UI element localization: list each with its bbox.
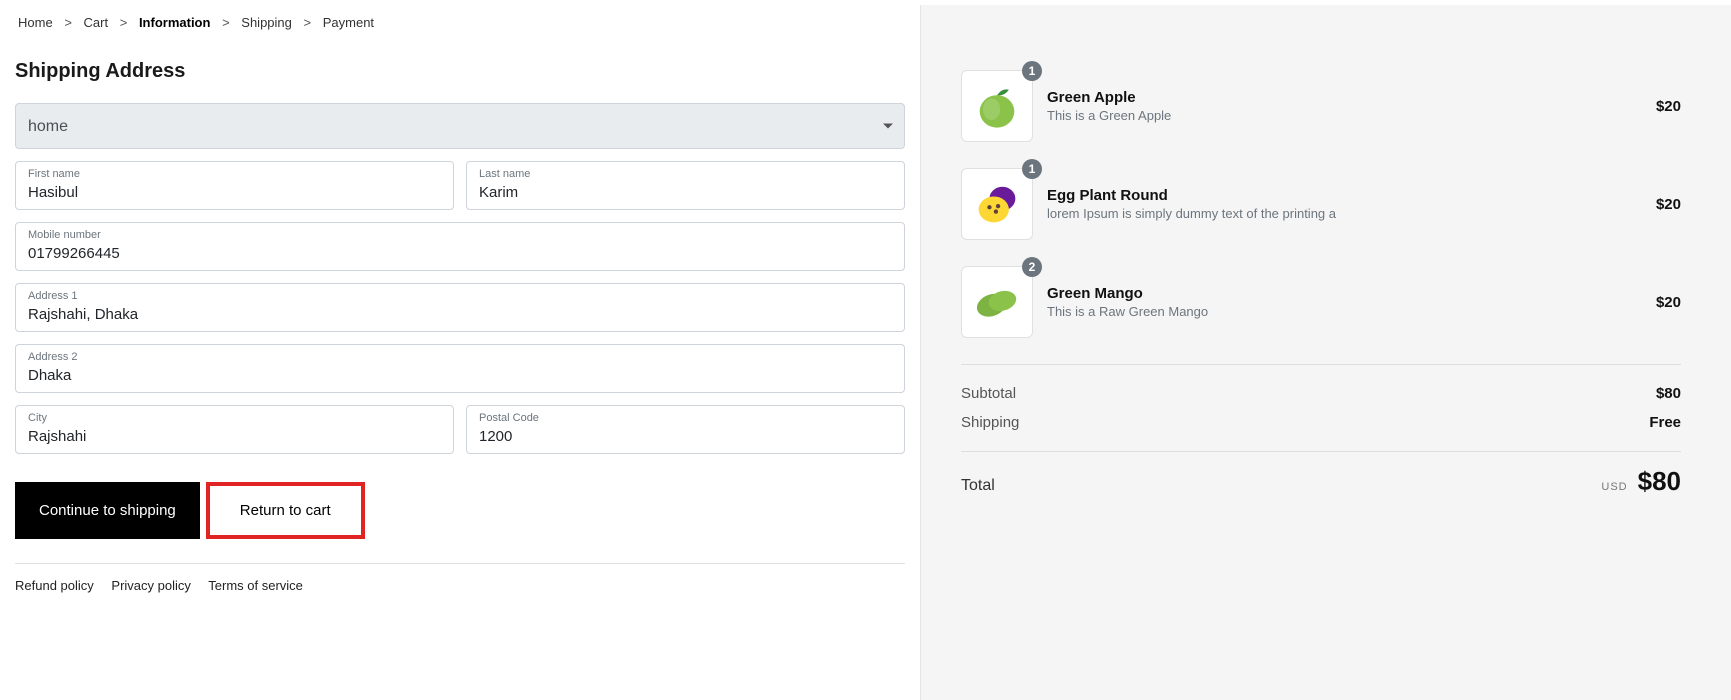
item-description: This is a Green Apple	[1047, 108, 1656, 123]
item-price: $20	[1656, 294, 1681, 311]
product-thumbnail: 2	[961, 266, 1033, 338]
first-name-input[interactable]	[28, 184, 441, 201]
first-name-label: First name	[28, 168, 441, 180]
last-name-input[interactable]	[479, 184, 892, 201]
address2-field[interactable]: Address 2	[15, 344, 905, 393]
apple-icon	[970, 79, 1024, 133]
continue-to-shipping-button[interactable]: Continue to shipping	[15, 482, 200, 539]
cart-item: 1 Egg Plant Round lorem Ipsum is simply …	[961, 168, 1681, 240]
breadcrumb: Home > Cart > Information > Shipping > P…	[15, 15, 905, 30]
mango-icon	[970, 275, 1024, 329]
passionfruit-icon	[970, 177, 1024, 231]
mobile-input[interactable]	[28, 245, 892, 262]
breadcrumb-cart[interactable]: Cart	[84, 15, 109, 30]
total-amount: $80	[1638, 466, 1681, 497]
postal-field[interactable]: Postal Code	[466, 405, 905, 454]
breadcrumb-information[interactable]: Information	[139, 15, 211, 30]
mobile-label: Mobile number	[28, 229, 892, 241]
total-label: Total	[961, 477, 995, 495]
address1-label: Address 1	[28, 290, 892, 302]
quantity-badge: 1	[1022, 159, 1042, 179]
chevron-right-icon: >	[64, 15, 72, 30]
shipping-value: Free	[1649, 414, 1681, 431]
first-name-field[interactable]: First name	[15, 161, 454, 210]
total-currency: USD	[1601, 481, 1627, 493]
postal-input[interactable]	[479, 428, 892, 445]
divider	[961, 451, 1681, 452]
chevron-right-icon: >	[120, 15, 128, 30]
product-thumbnail: 1	[961, 168, 1033, 240]
shipping-label: Shipping	[961, 414, 1019, 431]
chevron-right-icon: >	[304, 15, 312, 30]
shipping-line: Shipping Free	[961, 408, 1681, 437]
cart-item: 2 Green Mango This is a Raw Green Mango …	[961, 266, 1681, 338]
cart-item: 1 Green Apple This is a Green Apple $20	[961, 70, 1681, 142]
product-thumbnail: 1	[961, 70, 1033, 142]
divider	[15, 563, 905, 564]
subtotal-line: Subtotal $80	[961, 379, 1681, 408]
return-to-cart-button[interactable]: Return to cart	[206, 482, 365, 539]
breadcrumb-payment[interactable]: Payment	[323, 15, 374, 30]
divider	[961, 364, 1681, 365]
quantity-badge: 2	[1022, 257, 1042, 277]
item-name: Egg Plant Round	[1047, 187, 1656, 204]
item-name: Green Apple	[1047, 89, 1656, 106]
item-price: $20	[1656, 196, 1681, 213]
address2-input[interactable]	[28, 367, 892, 384]
address1-input[interactable]	[28, 306, 892, 323]
item-description: This is a Raw Green Mango	[1047, 304, 1656, 319]
refund-policy-link[interactable]: Refund policy	[15, 578, 94, 593]
total-line: Total USD $80	[961, 466, 1681, 497]
mobile-field[interactable]: Mobile number	[15, 222, 905, 271]
terms-link[interactable]: Terms of service	[208, 578, 303, 593]
breadcrumb-shipping[interactable]: Shipping	[241, 15, 292, 30]
chevron-right-icon: >	[222, 15, 230, 30]
quantity-badge: 1	[1022, 61, 1042, 81]
breadcrumb-home[interactable]: Home	[18, 15, 53, 30]
item-price: $20	[1656, 98, 1681, 115]
city-input[interactable]	[28, 428, 441, 445]
page-title: Shipping Address	[15, 60, 905, 83]
last-name-field[interactable]: Last name	[466, 161, 905, 210]
city-label: City	[28, 412, 441, 424]
saved-address-select[interactable]: home	[15, 103, 905, 149]
postal-label: Postal Code	[479, 412, 892, 424]
last-name-label: Last name	[479, 168, 892, 180]
address1-field[interactable]: Address 1	[15, 283, 905, 332]
privacy-policy-link[interactable]: Privacy policy	[111, 578, 190, 593]
address2-label: Address 2	[28, 351, 892, 363]
footer-links: Refund policy Privacy policy Terms of se…	[15, 578, 905, 593]
subtotal-label: Subtotal	[961, 385, 1016, 402]
item-name: Green Mango	[1047, 285, 1656, 302]
city-field[interactable]: City	[15, 405, 454, 454]
subtotal-value: $80	[1656, 385, 1681, 402]
item-description: lorem Ipsum is simply dummy text of the …	[1047, 206, 1656, 221]
